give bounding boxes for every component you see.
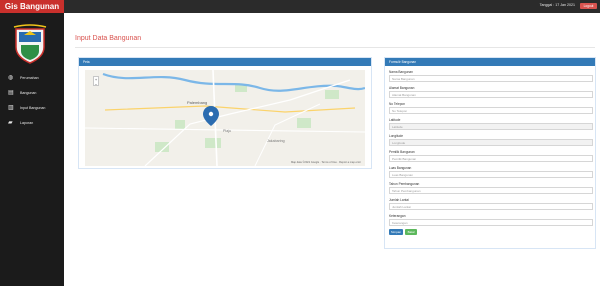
main-content: Input Data Bangunan Peta Palembang Plaju…	[64, 13, 600, 286]
folder-icon: ▰	[8, 120, 13, 126]
save-button[interactable]: Simpan	[389, 229, 403, 235]
sidebar-item-perumahan[interactable]: ◍ Perumahan	[8, 74, 60, 82]
field-alamat-bangunan: Alamat Bangunan Alamat Bangunan	[389, 86, 593, 102]
field-label: Longitude	[389, 134, 404, 138]
form-panel: Formulir Bangunan Nama Bangunan Nama Ban…	[384, 57, 596, 249]
field-label: Jumlah Lantai	[389, 198, 409, 202]
field-nama-bangunan: Nama Bangunan Nama Bangunan	[389, 70, 593, 86]
globe-icon: ◍	[8, 75, 14, 81]
svg-text:Palembang: Palembang	[187, 100, 207, 105]
app-brand[interactable]: Gis Bangunan	[0, 0, 64, 13]
no-telepon-input[interactable]: No Telepon	[389, 107, 593, 114]
field-label: Tahun Pembangunan	[389, 182, 420, 186]
longitude-input[interactable]: Longitude	[389, 139, 593, 146]
sidebar-item-bangunan[interactable]: ▤ Bangunan	[8, 89, 60, 97]
sidebar-item-input-bangunan[interactable]: ▥ Input Bangunan	[8, 104, 60, 112]
map-zoom-control: + −	[93, 76, 99, 87]
field-label: Luas Bangunan	[389, 166, 412, 170]
bangunan-form: Nama Bangunan Nama Bangunan Alamat Bangu…	[389, 70, 593, 242]
jumlah-lantai-input[interactable]: Jumlah Lantai	[389, 203, 593, 210]
logout-button[interactable]: Logout	[580, 3, 597, 9]
field-label: No Telepon	[389, 102, 406, 106]
luas-bangunan-input[interactable]: Luas Bangunan	[389, 171, 593, 178]
field-luas-bangunan: Luas Bangunan Luas Bangunan	[389, 166, 593, 182]
chart-icon: ▥	[8, 105, 14, 111]
tahun-pembangunan-input[interactable]: Tahun Pembangunan	[389, 187, 593, 194]
page-title: Input Data Bangunan	[75, 35, 142, 42]
sidebar-item-label: Laporan	[20, 121, 34, 125]
field-label: Nama Bangunan	[389, 70, 413, 74]
sidebar-item-label: Perumahan	[20, 76, 39, 80]
svg-text:Plaju: Plaju	[223, 129, 231, 133]
map-panel: Peta Palembang Plaju Jakabaring + − Map …	[78, 57, 372, 169]
form-panel-title: Formulir Bangunan	[385, 58, 595, 66]
sidebar-item-laporan[interactable]: ▰ Laporan	[8, 119, 60, 127]
divider	[75, 47, 595, 48]
sidebar: ◍ Perumahan ▤ Bangunan ▥ Input Bangunan …	[0, 13, 64, 286]
date-text: Tanggal : 17 Jan 2021	[539, 3, 575, 7]
logo	[8, 21, 52, 65]
field-pemilik-bangunan: Pemilik Bangunan Pemilik Bangunan	[389, 150, 593, 166]
sidebar-item-label: Bangunan	[20, 91, 37, 95]
map-canvas[interactable]: Palembang Plaju Jakabaring	[85, 70, 365, 166]
map[interactable]: Palembang Plaju Jakabaring + − Map data …	[85, 70, 365, 166]
field-latitude: Latitude Latitude	[389, 118, 593, 134]
keterangan-input[interactable]: Keterangan	[389, 219, 593, 226]
map-panel-title: Peta	[79, 58, 371, 66]
nama-bangunan-input[interactable]: Nama Bangunan	[389, 75, 593, 82]
field-label: Alamat Bangunan	[389, 86, 415, 90]
topbar: Gis Bangunan Tanggal : 17 Jan 2021 Logou…	[0, 0, 600, 13]
map-attribution[interactable]: Map data ©2021 Google · Terms of Use · R…	[291, 161, 361, 164]
field-label: Pemilik Bangunan	[389, 150, 415, 154]
latitude-input[interactable]: Latitude	[389, 123, 593, 130]
field-longitude: Longitude Longitude	[389, 134, 593, 150]
field-label: Latitude	[389, 118, 401, 122]
field-keterangan: Keterangan Keterangan	[389, 214, 593, 230]
field-no-telepon: No Telepon No Telepon	[389, 102, 593, 118]
field-tahun-pembangunan: Tahun Pembangunan Tahun Pembangunan	[389, 182, 593, 198]
alamat-bangunan-input[interactable]: Alamat Bangunan	[389, 91, 593, 98]
building-icon: ▤	[8, 90, 14, 96]
field-label: Keterangan	[389, 214, 406, 218]
field-jumlah-lantai: Jumlah Lantai Jumlah Lantai	[389, 198, 593, 214]
svg-text:Jakabaring: Jakabaring	[267, 139, 285, 143]
pemilik-bangunan-input[interactable]: Pemilik Bangunan	[389, 155, 593, 162]
sidebar-item-label: Input Bangunan	[20, 106, 46, 110]
cancel-button[interactable]: Batal	[405, 229, 417, 235]
zoom-out-button[interactable]: −	[94, 82, 98, 87]
